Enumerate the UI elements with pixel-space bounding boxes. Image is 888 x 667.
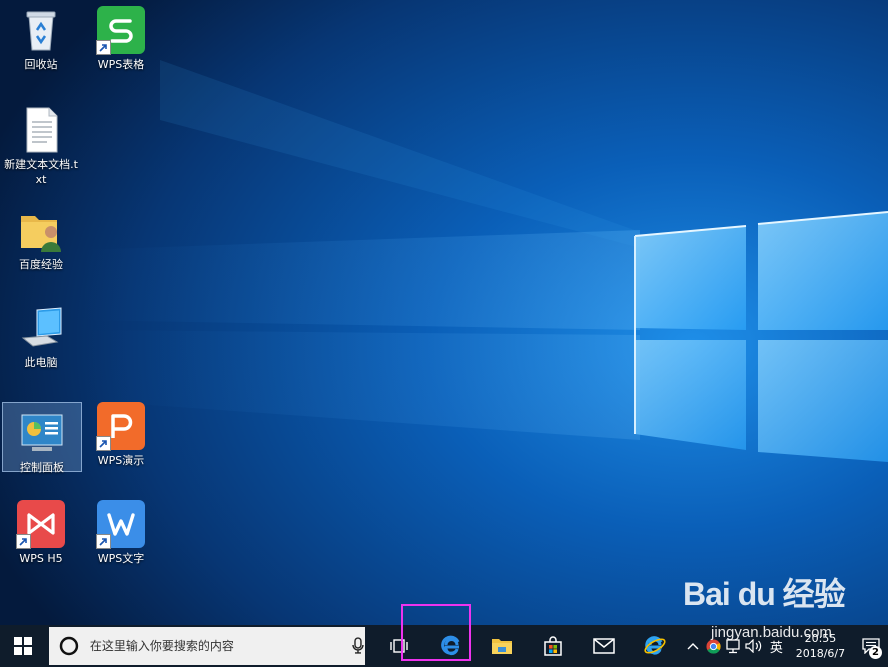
desktop-icon-wps-presentation[interactable]: WPS演示 [82, 402, 160, 468]
desktop-screen: 回收站 WPS表格 新建文本文档.txt 百度经验 此电脑 控制面板 WPS演示… [0, 0, 888, 667]
tray-ime-indicator[interactable]: 英 [765, 625, 788, 667]
task-view-button[interactable] [379, 625, 420, 667]
volume-icon [745, 639, 762, 653]
desktop-icon-label: 百度经验 [19, 258, 63, 271]
show-hidden-icons-button[interactable] [683, 625, 705, 667]
store-icon [544, 636, 563, 656]
desktop-icon-label: 此电脑 [24, 356, 58, 369]
desktop-icon-label: WPS演示 [97, 454, 145, 467]
taskbar-search-box[interactable] [48, 627, 365, 665]
action-center-button[interactable]: 2 [855, 625, 888, 667]
wps-spreadsheet-icon [96, 6, 145, 55]
desktop-icon-label: 新建文本文档.txt [4, 158, 78, 186]
cortana-icon [59, 636, 79, 656]
task-view-icon [390, 639, 409, 653]
control-panel-icon [18, 409, 66, 457]
tray-chrome-button[interactable] [704, 625, 724, 667]
desktop-icon-label: 回收站 [24, 58, 58, 71]
desktop-icon-wps-h5[interactable]: WPS H5 [2, 500, 80, 566]
desktop-icon-this-pc[interactable]: 此电脑 [2, 304, 80, 370]
taskbar-file-explorer-button[interactable] [479, 625, 526, 667]
wps-h5-icon [16, 500, 65, 549]
desktop-icon-control-panel[interactable]: 控制面板 [2, 402, 82, 474]
taskbar-store-button[interactable] [530, 625, 577, 667]
clock-time: 20:55 [804, 632, 837, 645]
desktop-icon-wps-spreadsheet[interactable]: WPS表格 [82, 6, 160, 72]
desktop-icon-label: WPS H5 [19, 552, 63, 565]
desktop-icon-wps-writer[interactable]: WPS文字 [82, 500, 160, 566]
chevron-up-icon [687, 643, 699, 650]
shortcut-arrow-icon [96, 40, 111, 55]
user-folder-icon [17, 206, 65, 254]
shortcut-arrow-icon [96, 436, 111, 451]
taskbar-internet-explorer-button[interactable] [632, 625, 679, 667]
text-document-icon [17, 106, 65, 154]
taskbar: 英 20:55 2018/6/7 2 [0, 625, 888, 667]
wps-presentation-icon [96, 402, 145, 451]
windows-logo-icon [14, 637, 33, 655]
chrome-icon [706, 638, 721, 654]
notification-count-badge: 2 [868, 646, 882, 659]
wps-writer-icon [96, 500, 145, 549]
desktop-icon-recycle-bin[interactable]: 回收站 [2, 6, 80, 72]
computer-icon [17, 304, 65, 352]
file-explorer-icon [492, 639, 513, 654]
search-input[interactable] [87, 638, 341, 654]
desktop-icon-text-document[interactable]: 新建文本文档.txt [2, 106, 80, 187]
taskbar-mail-button[interactable] [581, 625, 628, 667]
microphone-icon[interactable] [351, 637, 365, 655]
internet-explorer-icon [644, 636, 666, 655]
ime-label: 英 [769, 640, 783, 656]
start-button[interactable] [0, 625, 47, 667]
recycle-bin-icon [17, 6, 65, 54]
desktop-icon-label: 控制面板 [20, 461, 64, 474]
taskbar-edge-button[interactable] [428, 625, 475, 667]
desktop-icon-baidu-experience[interactable]: 百度经验 [2, 206, 80, 272]
desktop-icon-label: WPS文字 [97, 552, 145, 565]
shortcut-arrow-icon [96, 534, 111, 549]
tray-clock[interactable]: 20:55 2018/6/7 [790, 625, 851, 667]
network-icon [726, 638, 741, 653]
tray-volume-button[interactable] [743, 625, 765, 667]
shortcut-arrow-icon [16, 534, 31, 549]
tray-network-button[interactable] [724, 625, 744, 667]
desktop-icon-label: WPS表格 [97, 58, 145, 71]
edge-icon [441, 635, 460, 656]
mail-icon [593, 638, 615, 654]
clock-date: 2018/6/7 [795, 647, 846, 660]
